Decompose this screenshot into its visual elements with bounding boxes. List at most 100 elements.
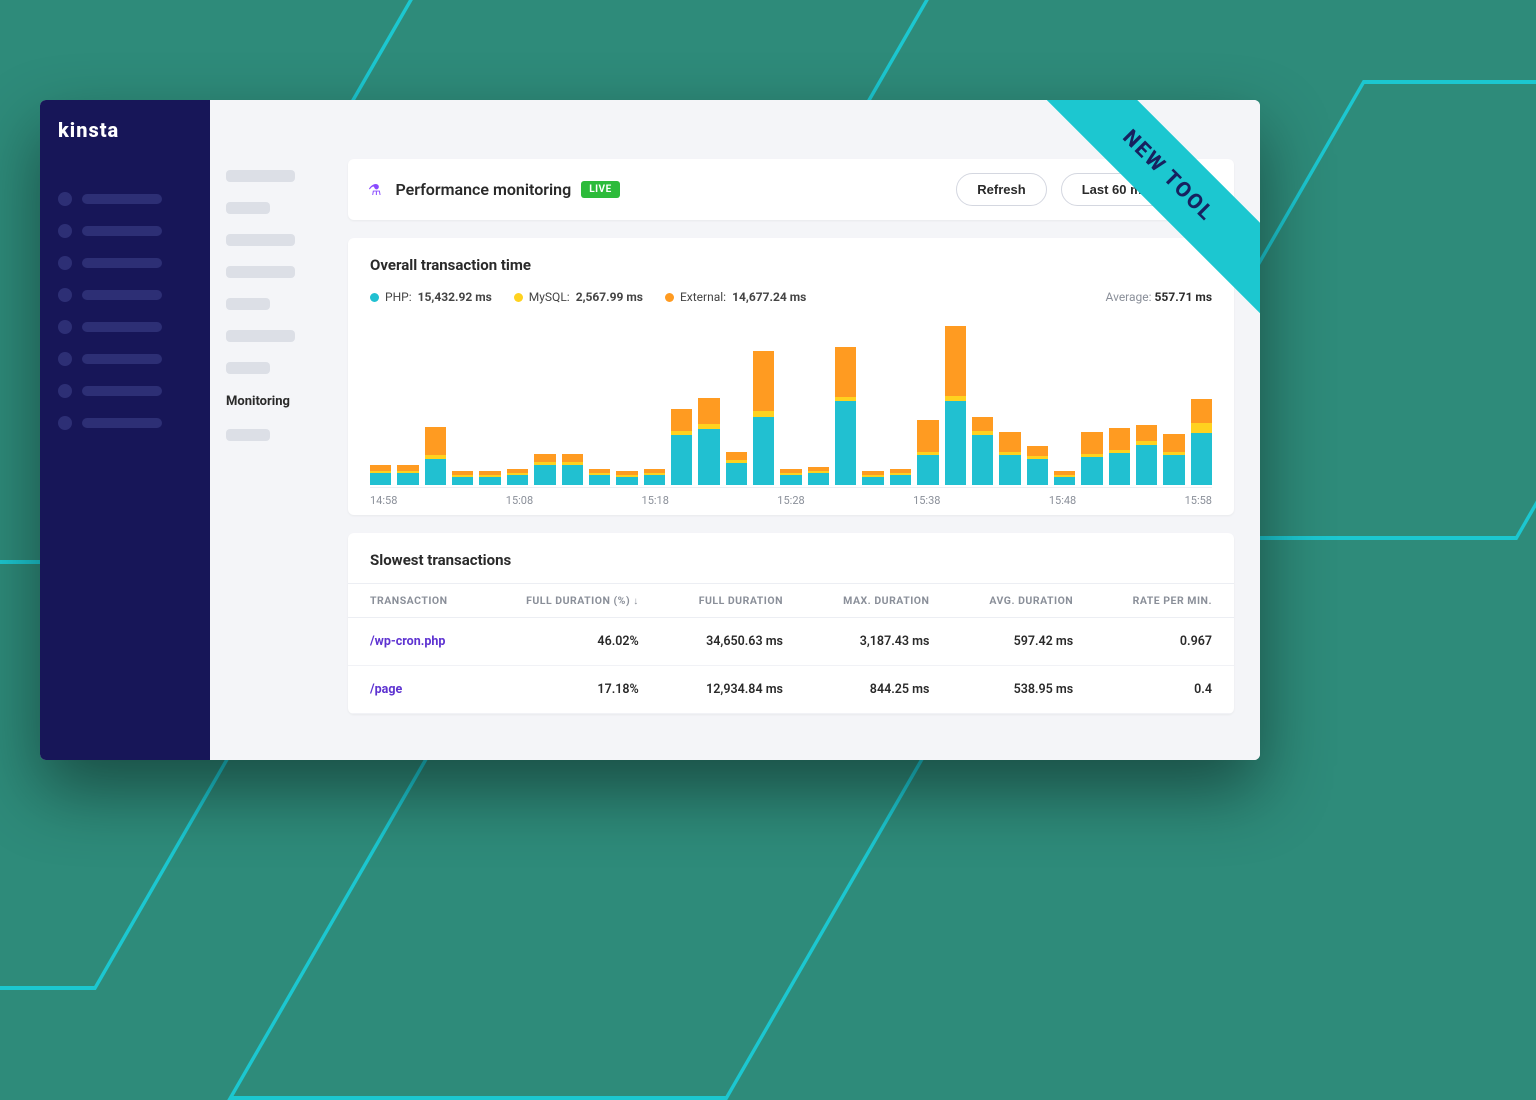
chart-bar	[753, 351, 774, 485]
subnav-item[interactable]	[226, 266, 295, 278]
cell-transaction[interactable]: /page	[348, 666, 485, 714]
cell-transaction[interactable]: /wp-cron.php	[348, 618, 485, 666]
x-tick: 15:48	[1049, 494, 1076, 507]
chart-bar	[999, 432, 1020, 485]
chart-bar	[507, 469, 528, 485]
stacked-bar-chart	[370, 318, 1212, 488]
legend-mysql-label: MySQL:	[529, 290, 570, 304]
chart-bar	[698, 398, 719, 485]
cell-max-duration: 3,187.43 ms	[805, 618, 951, 666]
time-range-label: Last 60 minutes	[1082, 182, 1180, 197]
subnav-item[interactable]	[226, 298, 270, 310]
cell-avg-duration: 597.42 ms	[951, 618, 1095, 666]
cell-full-pct: 46.02%	[485, 618, 661, 666]
sidebar-item[interactable]	[58, 352, 192, 366]
cell-rate: 0.967	[1095, 618, 1234, 666]
slowest-transactions-table: TRANSACTION FULL DURATION (%) ↓ FULL DUR…	[348, 583, 1234, 714]
chevron-down-icon: ▾	[1188, 184, 1193, 195]
main-content: Kinstalife ⚗ Performance monitoring LIVE…	[340, 100, 1260, 760]
legend-ext-value: 14,677.24 ms	[732, 290, 806, 304]
chart-bar	[1054, 471, 1075, 485]
subnav-item[interactable]	[226, 429, 270, 441]
chart-bar	[1081, 432, 1102, 485]
subnav-item-monitoring[interactable]: Monitoring	[226, 394, 324, 409]
chart-bar	[616, 471, 637, 485]
table-row[interactable]: /wp-cron.php46.02%34,650.63 ms3,187.43 m…	[348, 618, 1234, 666]
chart-bar	[452, 471, 473, 485]
sidebar-secondary: Monitoring	[210, 100, 340, 760]
refresh-button[interactable]: Refresh	[956, 173, 1046, 206]
time-range-dropdown[interactable]: Last 60 minutes ▾	[1061, 173, 1214, 206]
subnav-item[interactable]	[226, 202, 270, 214]
chart-bar	[890, 469, 911, 485]
flask-icon: ⚗	[368, 181, 381, 199]
chart-bar	[589, 469, 610, 485]
chart-bar	[1136, 425, 1157, 485]
cell-full-duration: 34,650.63 ms	[661, 618, 805, 666]
col-transaction[interactable]: TRANSACTION	[348, 584, 485, 618]
chart-bar	[972, 417, 993, 485]
col-rate[interactable]: RATE PER MIN.	[1095, 584, 1234, 618]
sidebar-item[interactable]	[58, 416, 192, 430]
x-tick: 15:08	[506, 494, 533, 507]
chart-bar	[917, 420, 938, 485]
sidebar-item[interactable]	[58, 192, 192, 206]
chart-bar	[562, 454, 583, 485]
col-full-duration[interactable]: FULL DURATION	[661, 584, 805, 618]
x-tick: 15:28	[777, 494, 804, 507]
table-title: Slowest transactions	[348, 533, 1234, 583]
sidebar-item[interactable]	[58, 256, 192, 270]
toolbar: ⚗ Performance monitoring LIVE Refresh La…	[348, 159, 1234, 220]
chart-bar	[1027, 446, 1048, 485]
col-avg-duration[interactable]: AVG. DURATION	[951, 584, 1095, 618]
chart-bar	[1163, 434, 1184, 485]
chart-bar	[835, 347, 856, 485]
subnav-item[interactable]	[226, 234, 295, 246]
subnav-item[interactable]	[226, 170, 295, 182]
sidebar-item[interactable]	[58, 320, 192, 334]
subnav-item[interactable]	[226, 362, 270, 374]
chart-title: Overall transaction time	[370, 256, 1212, 274]
subnav-item[interactable]	[226, 330, 295, 342]
chart-bar	[726, 452, 747, 485]
table-row[interactable]: /page17.18%12,934.84 ms844.25 ms538.95 m…	[348, 666, 1234, 714]
legend-php-value: 15,432.92 ms	[418, 290, 492, 304]
legend-avg-value: 557.71 ms	[1155, 290, 1212, 304]
x-tick: 15:38	[913, 494, 940, 507]
chart-x-axis: 14:58 15:08 15:18 15:28 15:38 15:48 15:58	[370, 488, 1212, 507]
chart-bar	[780, 469, 801, 485]
table-header-row: TRANSACTION FULL DURATION (%) ↓ FULL DUR…	[348, 584, 1234, 618]
chart-legend: PHP: 15,432.92 ms MySQL: 2,567.99 ms Ext…	[370, 290, 1212, 304]
toolbar-title: Performance monitoring	[395, 180, 571, 199]
refresh-label: Refresh	[977, 182, 1025, 197]
cell-avg-duration: 538.95 ms	[951, 666, 1095, 714]
chart-bar	[1191, 399, 1212, 485]
chart-bar	[644, 469, 665, 485]
chart-bar	[808, 467, 829, 485]
cell-rate: 0.4	[1095, 666, 1234, 714]
chart-bar	[397, 465, 418, 485]
overall-transaction-card: Overall transaction time PHP: 15,432.92 …	[348, 238, 1234, 515]
chart-bar	[862, 471, 883, 485]
col-max-duration[interactable]: MAX. DURATION	[805, 584, 951, 618]
chart-bar	[945, 326, 966, 485]
chart-bar	[671, 409, 692, 485]
slowest-transactions-card: Slowest transactions TRANSACTION FULL DU…	[348, 533, 1234, 714]
app-window: NEW TOOL kinsta Monitoring Kinstalife	[40, 100, 1260, 760]
x-tick: 15:18	[642, 494, 669, 507]
sidebar-item[interactable]	[58, 288, 192, 302]
x-tick: 15:58	[1185, 494, 1212, 507]
x-tick: 14:58	[370, 494, 397, 507]
sidebar-item[interactable]	[58, 224, 192, 238]
chart-bar	[370, 465, 391, 485]
legend-php-label: PHP:	[385, 290, 412, 304]
legend-mysql-value: 2,567.99 ms	[576, 290, 643, 304]
col-full-pct[interactable]: FULL DURATION (%) ↓	[485, 584, 661, 618]
chart-bar	[425, 427, 446, 485]
cell-full-duration: 12,934.84 ms	[661, 666, 805, 714]
chart-bar	[534, 454, 555, 485]
sort-descending-icon: ↓	[633, 596, 639, 607]
sidebar-item[interactable]	[58, 384, 192, 398]
legend-dot-php	[370, 293, 379, 302]
legend-dot-external	[665, 293, 674, 302]
